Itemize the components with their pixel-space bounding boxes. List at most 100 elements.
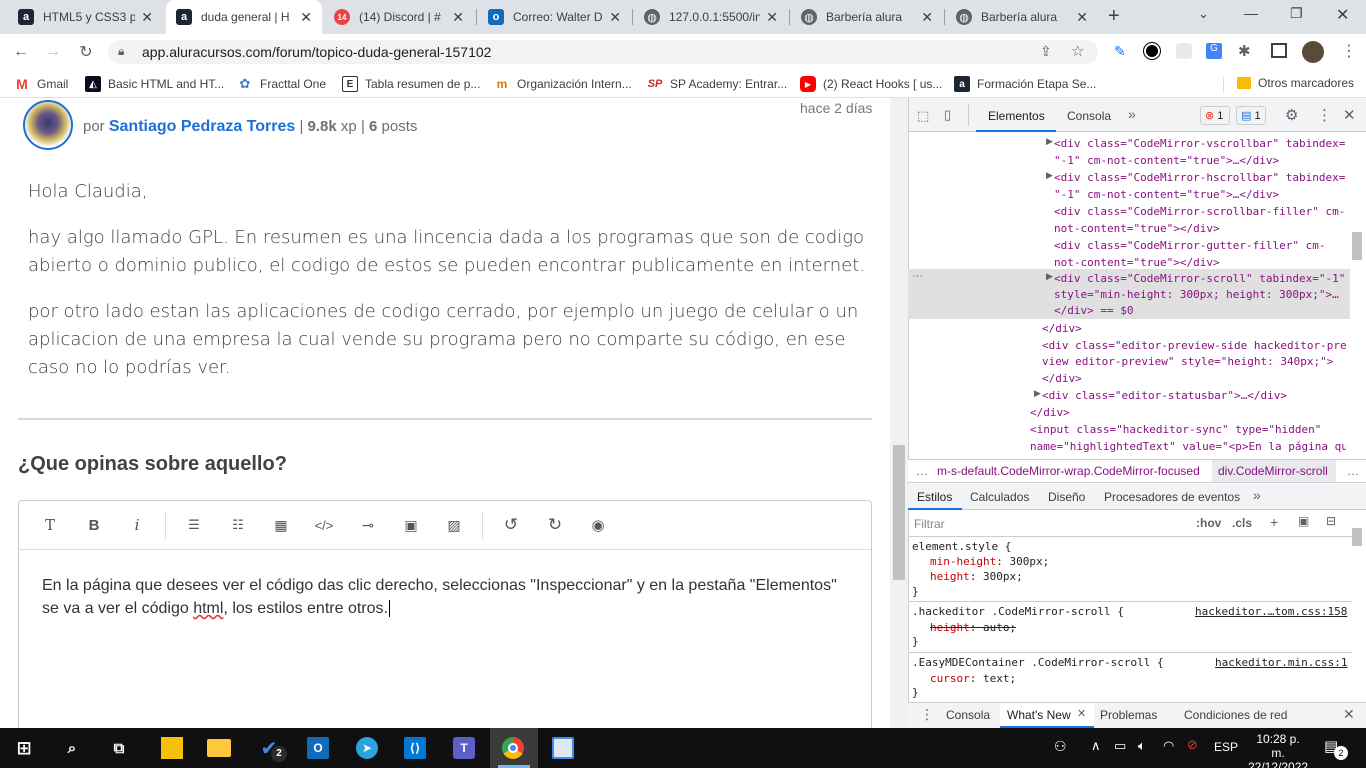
- chrome-taskbar-active[interactable]: [490, 728, 538, 768]
- tab-html5[interactable]: a HTML5 y CSS3 pa ✕: [8, 0, 163, 34]
- close-icon[interactable]: ✕: [766, 9, 778, 26]
- new-rule-icon[interactable]: +: [1270, 514, 1278, 530]
- outlook-icon[interactable]: O: [307, 737, 329, 759]
- todo-icon[interactable]: ✔ 2: [254, 733, 287, 763]
- errors-badge[interactable]: ⊗ 1: [1200, 106, 1230, 125]
- drawer-tab-problemas[interactable]: Problemas: [1100, 708, 1157, 722]
- table-icon[interactable]: ▦: [270, 514, 292, 536]
- dom-line[interactable]: <input class="hackeditor-sync" type="hid…: [1030, 421, 1321, 438]
- tab-barberia-1[interactable]: ◍ Barbería alura ✕: [791, 0, 943, 34]
- close-icon[interactable]: ✕: [300, 9, 312, 26]
- lock-icon[interactable]: 🔒︎: [118, 44, 124, 59]
- notifications-icon[interactable]: ▤ 2: [1324, 737, 1348, 760]
- css-selector[interactable]: .hackeditor .CodeMirror-scroll {: [912, 604, 1124, 619]
- forward-icon[interactable]: →: [42, 41, 64, 63]
- drawer-tab-whats-new[interactable]: What's New ✕: [1000, 703, 1094, 728]
- teams-icon[interactable]: T: [453, 737, 475, 759]
- dom-line[interactable]: </div>: [1042, 370, 1082, 387]
- windows-start-icon[interactable]: ⊞: [9, 733, 39, 763]
- menu-icon[interactable]: ⋮: [1341, 41, 1357, 61]
- paint-icon[interactable]: ▣: [1298, 514, 1309, 528]
- tab-consola[interactable]: Consola: [1067, 109, 1111, 123]
- css-property-overridden[interactable]: height: auto;: [930, 620, 1016, 635]
- author-avatar[interactable]: [23, 100, 73, 150]
- other-bookmarks[interactable]: Otros marcadores: [1237, 76, 1354, 90]
- breadcrumb-item[interactable]: m-s-default.CodeMirror-wrap.CodeMirror-f…: [937, 464, 1200, 478]
- author-name[interactable]: Santiago Pedraza Torres: [109, 118, 295, 135]
- device-toggle-icon[interactable]: ▯: [944, 107, 951, 123]
- dom-line[interactable]: "-1" cm-not-content="true">…</div>: [1054, 186, 1279, 203]
- vscode-icon[interactable]: ⟨⟩: [404, 737, 426, 759]
- tab-diseno[interactable]: Diseño: [1048, 490, 1085, 504]
- cls-toggle[interactable]: .cls: [1232, 516, 1252, 530]
- dom-line[interactable]: name="highlightedText" value="<p>En la p…: [1030, 438, 1346, 455]
- avatar[interactable]: [1302, 41, 1324, 63]
- page-scrollbar[interactable]: [890, 98, 908, 728]
- reply-textarea[interactable]: En la página que desees ver el código da…: [42, 574, 842, 620]
- reload-icon[interactable]: ↻: [75, 41, 97, 63]
- dom-line[interactable]: <div class="CodeMirror-scrollbar-filler"…: [1054, 203, 1345, 220]
- css-property[interactable]: cursor: text;: [930, 671, 1016, 686]
- task-view-icon[interactable]: ⧉: [104, 733, 134, 763]
- breadcrumb-item-selected[interactable]: div.CodeMirror-scroll: [1212, 460, 1336, 482]
- devtools-menu-icon[interactable]: ⋮: [1317, 106, 1332, 124]
- link-icon[interactable]: ⊸: [357, 514, 379, 536]
- share-icon[interactable]: ⇪: [1040, 43, 1052, 60]
- dom-line[interactable]: <div class="editor-preview-side hackedit…: [1042, 337, 1347, 354]
- translate-icon[interactable]: G: [1206, 43, 1222, 59]
- italic-icon[interactable]: i: [126, 514, 148, 536]
- puzzle-icon[interactable]: ✱: [1238, 42, 1251, 60]
- sticky-notes-icon[interactable]: [161, 737, 183, 759]
- tab-elementos[interactable]: Elementos: [976, 98, 1056, 132]
- drawer-tab-consola[interactable]: Consola: [946, 708, 990, 722]
- css-source-link[interactable]: hackeditor.…tom.css:158: [1195, 604, 1347, 619]
- dom-scrollbar[interactable]: [1352, 232, 1362, 260]
- bookmark-fracttal[interactable]: ✿ Fracttal One: [237, 76, 326, 92]
- extension-2-icon[interactable]: [1144, 43, 1160, 59]
- show-hidden-icons[interactable]: ∧: [1091, 738, 1101, 754]
- extension-3-icon[interactable]: [1176, 43, 1192, 59]
- dom-line[interactable]: <div class="CodeMirror-vscrollbar" tabin…: [1054, 135, 1345, 152]
- more-tabs-icon[interactable]: »: [1128, 106, 1136, 122]
- people-icon[interactable]: ⚇: [1054, 738, 1067, 755]
- sidepanel-icon[interactable]: [1271, 43, 1287, 58]
- messages-badge[interactable]: ▤ 1: [1236, 106, 1266, 125]
- more-style-tabs-icon[interactable]: »: [1253, 487, 1261, 503]
- tab-discord[interactable]: 14 (14) Discord | # ✕: [324, 0, 474, 34]
- bold-icon[interactable]: B: [83, 514, 105, 536]
- file-explorer-icon[interactable]: [207, 739, 231, 757]
- tab-correo[interactable]: o Correo: Walter D ✕: [478, 0, 631, 34]
- bookmark-organizacion[interactable]: m Organización Intern...: [494, 76, 632, 92]
- bookmark-freecodecamp[interactable]: ◭ Basic HTML and HT...: [85, 76, 224, 92]
- minimize-button[interactable]: —: [1244, 5, 1258, 21]
- devtools-close-icon[interactable]: ✕: [1343, 106, 1356, 124]
- close-icon[interactable]: ✕: [921, 9, 933, 26]
- tab-duda-general[interactable]: a duda general | H ✕: [166, 0, 322, 34]
- dom-line[interactable]: <div class="CodeMirror-gutter-filler" cm…: [1054, 237, 1326, 254]
- css-source-link[interactable]: hackeditor.min.css:1: [1215, 655, 1347, 670]
- close-window-button[interactable]: ✕: [1336, 5, 1349, 25]
- close-icon[interactable]: ✕: [452, 9, 464, 26]
- css-property[interactable]: height: 300px;: [930, 569, 1023, 584]
- dom-line[interactable]: not-content="true"></div>: [1054, 254, 1220, 271]
- bookmark-gmail[interactable]: M Gmail: [14, 76, 68, 92]
- image-icon[interactable]: ▣: [400, 514, 422, 536]
- dom-line-selected[interactable]: <div class="CodeMirror-scroll" tabindex=…: [1054, 270, 1345, 287]
- telegram-icon[interactable]: ➤: [356, 737, 378, 759]
- dom-line[interactable]: "-1" cm-not-content="true">…</div>: [1054, 152, 1279, 169]
- tab-search-icon[interactable]: ⌄: [1198, 6, 1209, 22]
- back-icon[interactable]: ←: [10, 41, 32, 63]
- hov-toggle[interactable]: :hov: [1196, 516, 1221, 530]
- tab-estilos[interactable]: Estilos: [908, 484, 962, 510]
- url-text[interactable]: app.aluracursos.com/forum/topico-duda-ge…: [142, 44, 491, 60]
- bookmark-sp-academy[interactable]: SP SP Academy: Entrar...: [647, 76, 788, 92]
- code-icon[interactable]: </>: [313, 514, 335, 536]
- sidebar-toggle-icon[interactable]: ⊟: [1326, 514, 1336, 528]
- bookmark-star-icon[interactable]: ☆: [1071, 42, 1084, 60]
- new-tab-button[interactable]: +: [1108, 5, 1120, 28]
- extension-icon[interactable]: ✎: [1114, 43, 1126, 60]
- bookmark-tabla[interactable]: E Tabla resumen de p...: [342, 76, 480, 92]
- undo-icon[interactable]: ↺: [500, 514, 522, 536]
- css-selector[interactable]: element.style {: [912, 539, 1011, 554]
- more-options-icon[interactable]: ···: [912, 270, 923, 282]
